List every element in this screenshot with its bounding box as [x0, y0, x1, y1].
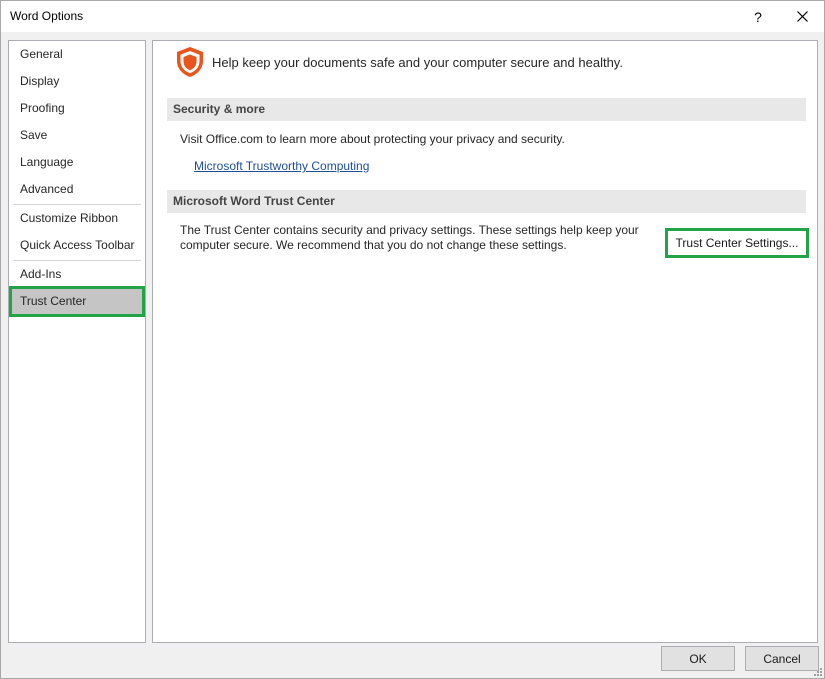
- sidebar-item-trust-center[interactable]: Trust Center: [9, 286, 145, 317]
- resize-grip-icon[interactable]: [813, 667, 823, 677]
- options-sidebar: General Display Proofing Save Language A…: [8, 40, 146, 643]
- sidebar-item-general[interactable]: General: [12, 42, 142, 67]
- shield-icon: [177, 47, 203, 77]
- close-icon: [796, 11, 808, 22]
- sidebar-divider: [13, 260, 141, 261]
- trustworthy-computing-link[interactable]: Microsoft Trustworthy Computing: [194, 159, 369, 173]
- help-button[interactable]: ?: [736, 1, 780, 32]
- security-description: Visit Office.com to learn more about pro…: [180, 132, 565, 146]
- sidebar-item-advanced[interactable]: Advanced: [12, 177, 142, 202]
- panel-header-text: Help keep your documents safe and your c…: [212, 55, 623, 70]
- sidebar-item-add-ins[interactable]: Add-Ins: [12, 262, 142, 287]
- trust-center-settings-button[interactable]: Trust Center Settings...: [665, 228, 809, 258]
- trust-center-description-line2: computer secure. We recommend that you d…: [180, 238, 567, 252]
- sidebar-divider: [13, 204, 141, 205]
- ok-button[interactable]: OK: [661, 646, 735, 671]
- window-title: Word Options: [10, 9, 84, 23]
- word-options-dialog: Word Options ? General Display Proofing …: [0, 0, 825, 679]
- cancel-button[interactable]: Cancel: [745, 646, 819, 671]
- close-button[interactable]: [780, 1, 824, 32]
- section-trust-center-heading: Microsoft Word Trust Center: [167, 190, 806, 213]
- trust-center-panel: Help keep your documents safe and your c…: [152, 40, 818, 643]
- sidebar-item-save[interactable]: Save: [12, 123, 142, 148]
- sidebar-item-proofing[interactable]: Proofing: [12, 96, 142, 121]
- trust-center-settings-label: Trust Center Settings...: [675, 236, 799, 250]
- sidebar-item-customize-ribbon[interactable]: Customize Ribbon: [12, 206, 142, 231]
- trust-center-description-line1: The Trust Center contains security and p…: [180, 223, 639, 237]
- section-security-heading: Security & more: [167, 98, 806, 121]
- title-bar: Word Options ?: [1, 1, 824, 32]
- sidebar-item-language[interactable]: Language: [12, 150, 142, 175]
- sidebar-item-display[interactable]: Display: [12, 69, 142, 94]
- sidebar-item-quick-access-toolbar[interactable]: Quick Access Toolbar: [12, 233, 142, 258]
